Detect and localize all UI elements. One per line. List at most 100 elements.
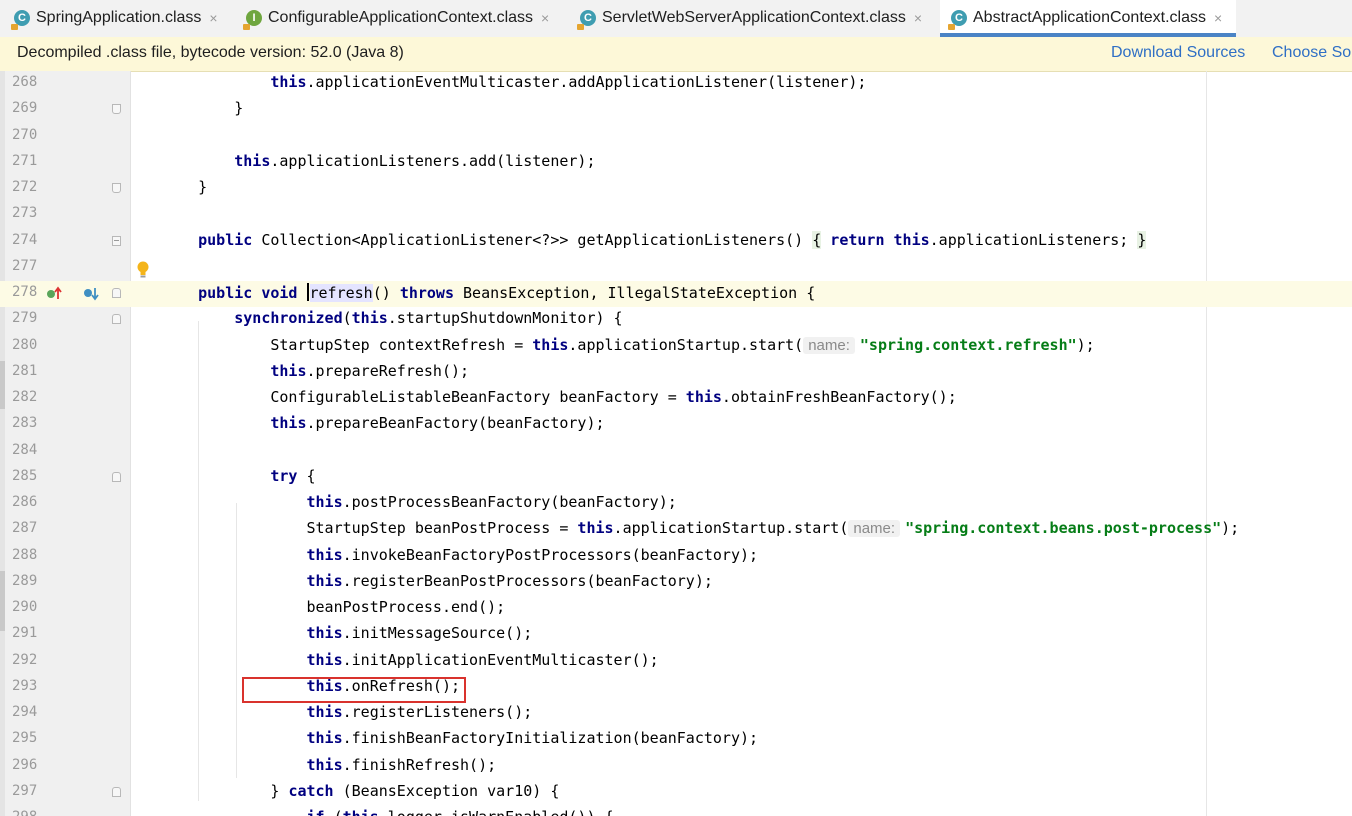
code-line[interactable]: 281 this.prepareRefresh(); bbox=[0, 360, 1352, 386]
code-text[interactable]: this.applicationListeners.add(listener); bbox=[162, 152, 595, 170]
code-text[interactable]: public void refresh() throws BeansExcept… bbox=[162, 283, 815, 302]
code-line[interactable]: 287 StartupStep beanPostProcess = this.a… bbox=[0, 517, 1352, 543]
line-number[interactable]: 286 bbox=[12, 494, 37, 510]
code-line[interactable]: 272 } bbox=[0, 176, 1352, 202]
lightbulb-icon[interactable] bbox=[136, 261, 150, 279]
line-number[interactable]: 293 bbox=[12, 678, 37, 694]
code-text[interactable]: this.finishBeanFactoryInitialization(bea… bbox=[162, 729, 759, 747]
code-text[interactable]: this.postProcessBeanFactory(beanFactory)… bbox=[162, 493, 677, 511]
code-text[interactable]: this.applicationEventMulticaster.addAppl… bbox=[162, 73, 866, 91]
overrides-up-icon[interactable] bbox=[46, 286, 64, 306]
line-number[interactable]: 287 bbox=[12, 520, 37, 536]
line-number[interactable]: 285 bbox=[12, 468, 37, 484]
code-text[interactable]: this.invokeBeanFactoryPostProcessors(bea… bbox=[162, 546, 759, 564]
code-line[interactable]: 293 this.onRefresh(); bbox=[0, 675, 1352, 701]
fold-marker-icon[interactable] bbox=[112, 786, 121, 797]
code-line[interactable]: 290 beanPostProcess.end(); bbox=[0, 596, 1352, 622]
code-line[interactable]: 286 this.postProcessBeanFactory(beanFact… bbox=[0, 491, 1352, 517]
line-number[interactable]: 279 bbox=[12, 310, 37, 326]
line-number[interactable]: 268 bbox=[12, 74, 37, 90]
code-line[interactable]: 270 bbox=[0, 124, 1352, 150]
fold-marker-icon[interactable] bbox=[112, 235, 121, 246]
line-number[interactable]: 281 bbox=[12, 363, 37, 379]
fold-marker-icon[interactable] bbox=[112, 471, 121, 482]
line-number[interactable]: 282 bbox=[12, 389, 37, 405]
line-number[interactable]: 296 bbox=[12, 757, 37, 773]
close-icon[interactable]: × bbox=[209, 10, 217, 26]
line-number[interactable]: 283 bbox=[12, 415, 37, 431]
code-text[interactable]: this.prepareBeanFactory(beanFactory); bbox=[162, 414, 604, 432]
code-text[interactable]: this.initMessageSource(); bbox=[162, 624, 533, 642]
line-number[interactable]: 269 bbox=[12, 100, 37, 116]
line-number[interactable]: 297 bbox=[12, 783, 37, 799]
code-line[interactable]: 284 bbox=[0, 439, 1352, 465]
line-number[interactable]: 294 bbox=[12, 704, 37, 720]
fold-marker-icon[interactable] bbox=[112, 183, 121, 193]
code-line[interactable]: 271 this.applicationListeners.add(listen… bbox=[0, 150, 1352, 176]
close-icon[interactable]: × bbox=[1214, 10, 1222, 26]
fold-marker-icon[interactable] bbox=[112, 314, 121, 325]
close-icon[interactable]: × bbox=[914, 10, 922, 26]
tab-abstract-application-context[interactable]: C AbstractApplicationContext.class × bbox=[940, 0, 1237, 37]
code-text[interactable]: synchronized(this.startupShutdownMonitor… bbox=[162, 309, 622, 327]
line-number[interactable]: 273 bbox=[12, 205, 37, 221]
line-number[interactable]: 289 bbox=[12, 573, 37, 589]
code-line[interactable]: 294 this.registerListeners(); bbox=[0, 701, 1352, 727]
code-line[interactable]: 273 bbox=[0, 202, 1352, 228]
code-text[interactable]: ConfigurableListableBeanFactory beanFact… bbox=[162, 388, 956, 406]
code-line[interactable]: 269 } bbox=[0, 97, 1352, 123]
code-text[interactable]: this.registerBeanPostProcessors(beanFact… bbox=[162, 572, 713, 590]
code-text[interactable]: this.prepareRefresh(); bbox=[162, 362, 469, 380]
fold-marker-icon[interactable] bbox=[112, 104, 121, 115]
line-number[interactable]: 277 bbox=[12, 258, 37, 274]
code-text[interactable]: beanPostProcess.end(); bbox=[162, 598, 505, 616]
code-line[interactable]: 291 this.initMessageSource(); bbox=[0, 622, 1352, 648]
code-line[interactable]: 295 this.finishBeanFactoryInitialization… bbox=[0, 727, 1352, 753]
code-text[interactable]: StartupStep beanPostProcess = this.appli… bbox=[162, 519, 1239, 538]
code-text[interactable]: this.registerListeners(); bbox=[162, 703, 533, 721]
code-line[interactable]: 283 this.prepareBeanFactory(beanFactory)… bbox=[0, 412, 1352, 438]
tab-servlet-web-server-application-context[interactable]: C ServletWebServerApplicationContext.cla… bbox=[577, 0, 922, 36]
close-icon[interactable]: × bbox=[541, 10, 549, 26]
code-line[interactable]: 280 StartupStep contextRefresh = this.ap… bbox=[0, 334, 1352, 360]
line-number[interactable]: 291 bbox=[12, 625, 37, 641]
code-line[interactable]: 278 public void refresh() throws BeansEx… bbox=[0, 281, 1352, 307]
code-line[interactable]: 288 this.invokeBeanFactoryPostProcessors… bbox=[0, 544, 1352, 570]
line-number[interactable]: 274 bbox=[12, 232, 37, 248]
implemented-down-icon[interactable] bbox=[82, 286, 100, 306]
code-text[interactable]: if (this.logger.isWarnEnabled()) { bbox=[162, 808, 614, 816]
line-number[interactable]: 298 bbox=[12, 809, 37, 816]
code-line[interactable]: 282 ConfigurableListableBeanFactory bean… bbox=[0, 386, 1352, 412]
line-number[interactable]: 271 bbox=[12, 153, 37, 169]
code-line[interactable]: 289 this.registerBeanPostProcessors(bean… bbox=[0, 570, 1352, 596]
line-number[interactable]: 278 bbox=[12, 284, 37, 300]
code-line[interactable]: 279 synchronized(this.startupShutdownMon… bbox=[0, 307, 1352, 333]
tab-configurable-application-context[interactable]: I ConfigurableApplicationContext.class × bbox=[243, 0, 549, 36]
code-text[interactable]: try { bbox=[162, 467, 315, 485]
line-number[interactable]: 290 bbox=[12, 599, 37, 615]
code-line[interactable]: 298 if (this.logger.isWarnEnabled()) { bbox=[0, 806, 1352, 816]
code-line[interactable]: 297 } catch (BeansException var10) { bbox=[0, 780, 1352, 806]
code-line[interactable]: 274 public Collection<ApplicationListene… bbox=[0, 229, 1352, 255]
line-number[interactable]: 284 bbox=[12, 442, 37, 458]
code-text[interactable]: } bbox=[162, 178, 207, 196]
code-text[interactable]: public Collection<ApplicationListener<?>… bbox=[162, 230, 1147, 249]
tab-spring-application[interactable]: C SpringApplication.class × bbox=[11, 0, 218, 36]
line-number[interactable]: 272 bbox=[12, 179, 37, 195]
code-text[interactable]: } bbox=[162, 99, 243, 117]
line-number[interactable]: 288 bbox=[12, 547, 37, 563]
code-line[interactable]: 296 this.finishRefresh(); bbox=[0, 754, 1352, 780]
line-number[interactable]: 270 bbox=[12, 127, 37, 143]
code-line[interactable]: 268 this.applicationEventMulticaster.add… bbox=[0, 71, 1352, 97]
line-number[interactable]: 292 bbox=[12, 652, 37, 668]
code-text[interactable]: } catch (BeansException var10) { bbox=[162, 782, 559, 800]
line-number[interactable]: 280 bbox=[12, 337, 37, 353]
code-editor[interactable]: 268 this.applicationEventMulticaster.add… bbox=[0, 71, 1352, 816]
code-text[interactable]: StartupStep contextRefresh = this.applic… bbox=[162, 336, 1095, 354]
fold-marker-icon[interactable] bbox=[112, 288, 121, 298]
line-number[interactable]: 295 bbox=[12, 730, 37, 746]
code-line[interactable]: 277 bbox=[0, 255, 1352, 281]
code-line[interactable]: 285 try { bbox=[0, 465, 1352, 491]
download-sources-link[interactable]: Download Sources bbox=[1111, 44, 1245, 62]
code-line[interactable]: 292 this.initApplicationEventMulticaster… bbox=[0, 649, 1352, 675]
